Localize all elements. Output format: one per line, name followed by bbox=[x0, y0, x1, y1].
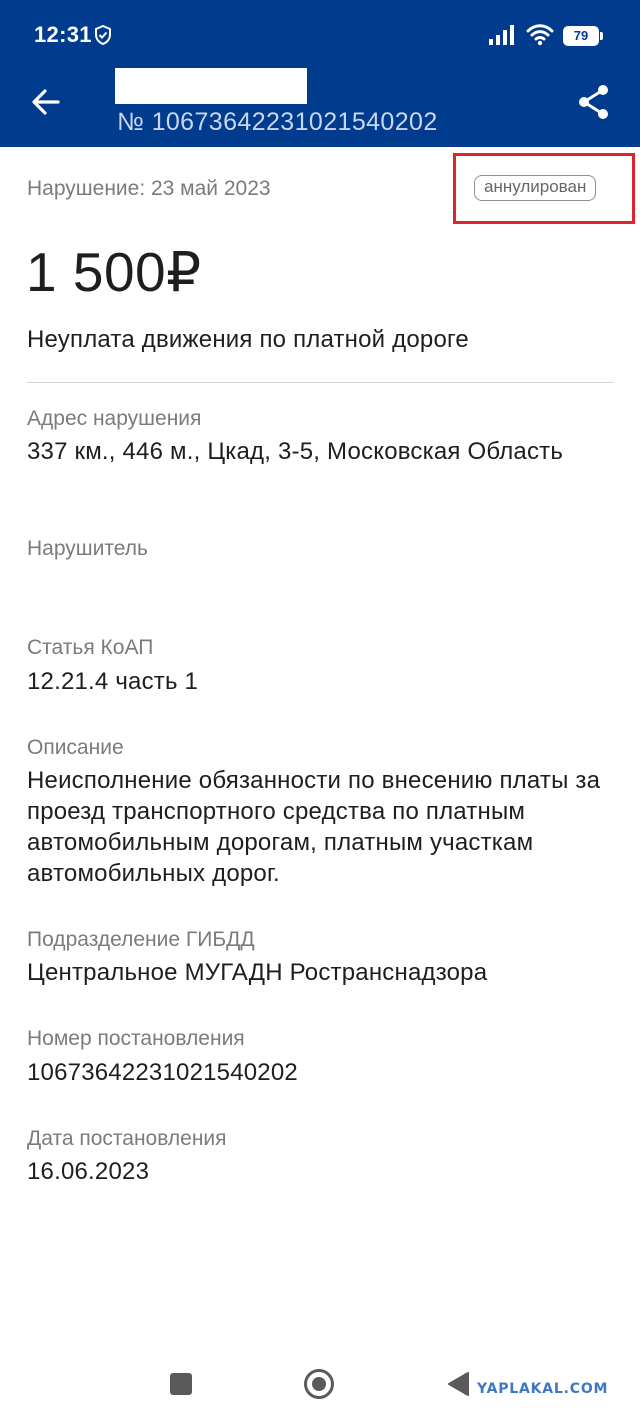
status-time: 12:31 bbox=[34, 22, 92, 47]
article-label: Статья КоАП bbox=[27, 636, 154, 659]
highlight-annotation bbox=[453, 153, 635, 224]
address-value: 337 км., 446 м., Цкад, 3-5, Московская О… bbox=[27, 438, 564, 465]
home-button[interactable] bbox=[303, 1368, 335, 1400]
status-bar: 12:31 79 bbox=[0, 0, 640, 72]
division-label: Подразделение ГИБДД bbox=[27, 928, 255, 951]
resolution-number-value: 10673642231021540202 bbox=[27, 1059, 298, 1086]
resolution-number-label: Номер постановления bbox=[27, 1027, 245, 1050]
violator-label: Нарушитель bbox=[27, 537, 148, 560]
header-number: № 10673642231021540202 bbox=[117, 108, 438, 136]
wifi-icon bbox=[526, 24, 554, 46]
resolution-date-value: 16.06.2023 bbox=[27, 1158, 150, 1185]
divider bbox=[27, 382, 614, 383]
system-nav-bar: YAPLAKAL.COM bbox=[0, 1350, 640, 1423]
back-arrow-icon[interactable] bbox=[28, 84, 64, 120]
violation-title: Неуплата движения по платной дороге bbox=[27, 326, 469, 353]
app-header: 12:31 79 № 10673642231021540202 bbox=[0, 0, 640, 147]
recent-apps-button[interactable] bbox=[170, 1373, 192, 1395]
description-label: Описание bbox=[27, 736, 124, 759]
address-label: Адрес нарушения bbox=[27, 407, 202, 430]
description-value: Неисполнение обязанности по внесению пла… bbox=[27, 767, 601, 887]
nav-back-icon[interactable] bbox=[446, 1371, 470, 1397]
battery-indicator: 79 bbox=[563, 26, 603, 46]
share-icon[interactable] bbox=[574, 82, 614, 122]
resolution-date-label: Дата постановления bbox=[27, 1127, 227, 1150]
shield-check-icon bbox=[95, 25, 111, 45]
violation-date: Нарушение: 23 май 2023 bbox=[27, 177, 271, 200]
battery-level: 79 bbox=[573, 28, 589, 43]
redacted-title bbox=[115, 68, 307, 104]
division-value: Центральное МУГАДН Ространснадзора bbox=[27, 959, 488, 986]
cellular-signal-icon bbox=[489, 25, 514, 45]
article-value: 12.21.4 часть 1 bbox=[27, 668, 199, 695]
fine-amount: 1 500₽ bbox=[26, 241, 202, 303]
battery-icon: 79 bbox=[563, 26, 599, 46]
watermark: YAPLAKAL.COM bbox=[477, 1381, 609, 1397]
